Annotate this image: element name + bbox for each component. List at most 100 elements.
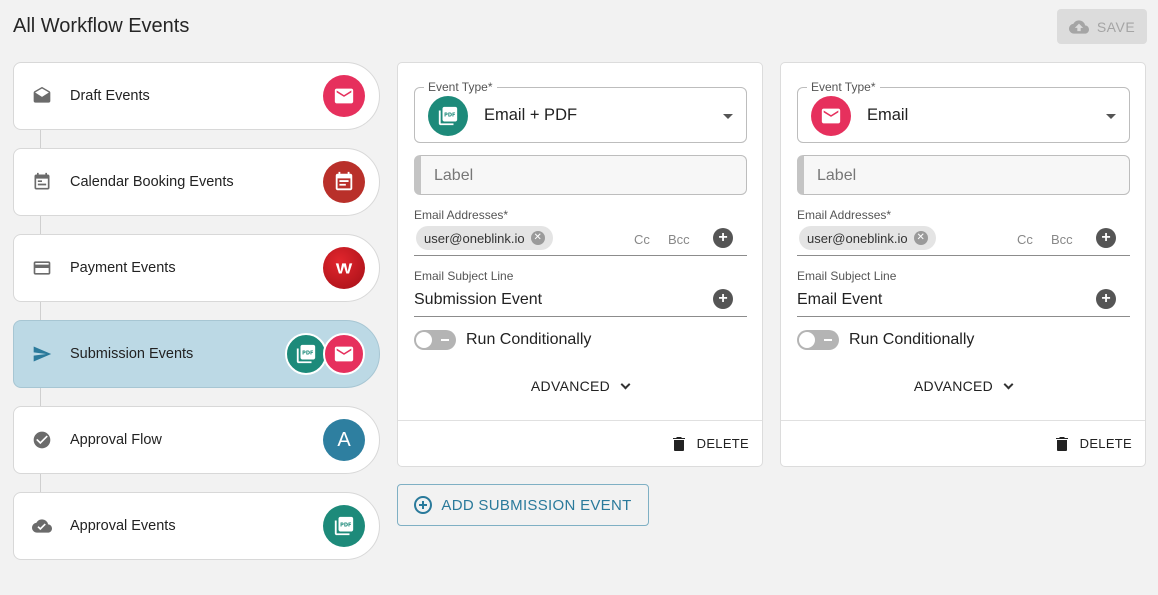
email-chip[interactable]: user@oneblink.io ✕ [799, 226, 936, 250]
subject-label: Email Subject Line [414, 269, 514, 283]
run-conditionally-row: Run Conditionally [414, 330, 591, 350]
timeline-connector [40, 216, 41, 234]
add-subject-variable-icon[interactable]: + [1096, 289, 1116, 309]
run-conditionally-label: Run Conditionally [466, 331, 592, 348]
email-addresses-field[interactable]: user@oneblink.io ✕ Cc Bcc + [797, 224, 1130, 256]
page-title: All Workflow Events [13, 15, 190, 37]
run-conditionally-toggle[interactable] [797, 330, 839, 350]
email-badge-icon [323, 333, 365, 375]
sidebar-item-approval-events[interactable]: Approval Events PDF [13, 492, 380, 560]
event-type-legend: Event Type* [424, 80, 497, 94]
add-circle-icon [414, 496, 433, 514]
label-placeholder: Label [817, 167, 857, 184]
label-input[interactable]: Label [414, 155, 747, 195]
subject-field[interactable]: Email Event + [797, 285, 1130, 317]
delete-label: DELETE [1079, 436, 1132, 451]
sidebar-item-approval-flow[interactable]: Approval Flow A [13, 406, 380, 474]
sidebar-item-label: Draft Events [70, 88, 150, 104]
cloud-upload-icon [1068, 19, 1089, 34]
sidebar-item-label: Approval Flow [70, 432, 162, 448]
svg-text:PDF: PDF [302, 350, 314, 356]
approval-badge-icon: A [323, 419, 365, 461]
label-input[interactable]: Label [797, 155, 1130, 195]
chevron-down-icon [620, 379, 631, 389]
event-card: Event Type* PDF Email + PDF Label Email … [397, 62, 763, 467]
sidebar-item-label: Calendar Booking Events [70, 174, 234, 190]
advanced-label: ADVANCED [913, 378, 994, 394]
calendar-icon [32, 172, 52, 192]
event-type-select[interactable]: Event Type* PDF Email + PDF [414, 80, 747, 143]
divider [398, 420, 762, 421]
send-icon [32, 344, 52, 364]
advanced-toggle[interactable]: ADVANCED [398, 378, 762, 394]
add-email-icon[interactable]: + [1096, 228, 1116, 248]
sidebar-item-label: Submission Events [70, 346, 194, 362]
timeline-connector [40, 474, 41, 492]
run-conditionally-label: Run Conditionally [849, 331, 975, 348]
chip-remove-icon[interactable]: ✕ [530, 231, 545, 245]
sidebar-item-calendar-booking-events[interactable]: Calendar Booking Events [13, 148, 380, 216]
email-icon [811, 96, 851, 136]
add-submission-event-button[interactable]: ADD SUBMISSION EVENT [397, 484, 649, 526]
add-email-icon[interactable]: + [713, 228, 733, 248]
subject-label: Email Subject Line [797, 269, 897, 283]
draft-envelope-icon [32, 86, 52, 106]
add-subject-variable-icon[interactable]: + [713, 289, 733, 309]
bcc-button[interactable]: Bcc [668, 232, 690, 247]
timeline-connector [40, 302, 41, 320]
timeline-connector [40, 130, 41, 148]
chip-remove-icon[interactable]: ✕ [913, 231, 928, 245]
event-card: Event Type* Email Label Email Addresses*… [780, 62, 1146, 467]
bcc-button[interactable]: Bcc [1051, 232, 1073, 247]
save-button[interactable]: SAVE [1057, 9, 1147, 44]
event-type-legend: Event Type* [807, 80, 880, 94]
email-badge-icon [323, 75, 365, 117]
trash-icon [1055, 436, 1068, 451]
email-chip-text: user@oneblink.io [807, 230, 908, 246]
run-conditionally-toggle[interactable] [414, 330, 456, 350]
pdf-icon: PDF [428, 96, 468, 136]
trash-icon [672, 436, 685, 451]
sidebar-item-label: Payment Events [70, 260, 176, 276]
dropdown-caret-icon [723, 114, 733, 119]
email-addresses-label: Email Addresses* [797, 208, 892, 222]
delete-button[interactable]: DELETE [1055, 436, 1132, 451]
add-submission-event-label: ADD SUBMISSION EVENT [441, 496, 632, 514]
event-type-value: Email + PDF [484, 106, 578, 124]
advanced-toggle[interactable]: ADVANCED [781, 378, 1145, 394]
email-addresses-field[interactable]: user@oneblink.io ✕ Cc Bcc + [414, 224, 747, 256]
timeline-connector [40, 388, 41, 406]
svg-text:PDF: PDF [340, 522, 352, 528]
pdf-badge-icon: PDF [323, 505, 365, 547]
email-chip-text: user@oneblink.io [424, 230, 525, 246]
delete-button[interactable]: DELETE [672, 436, 749, 451]
delete-label: DELETE [696, 436, 749, 451]
event-type-value: Email [867, 106, 909, 124]
chevron-down-icon [1003, 379, 1014, 389]
sidebar-item-label: Approval Events [70, 518, 176, 534]
westpac-badge-icon [323, 247, 365, 289]
sidebar-item-draft-events[interactable]: Draft Events [13, 62, 380, 130]
email-addresses-label: Email Addresses* [414, 208, 509, 222]
credit-card-icon [32, 258, 52, 278]
divider [781, 420, 1145, 421]
cc-button[interactable]: Cc [634, 232, 650, 247]
check-circle-icon [32, 430, 52, 450]
save-label: SAVE [1096, 18, 1136, 35]
svg-text:PDF: PDF [444, 112, 456, 118]
cc-button[interactable]: Cc [1017, 232, 1033, 247]
subject-value: Submission Event [414, 291, 543, 308]
label-placeholder: Label [434, 167, 474, 184]
cloud-check-icon [32, 516, 52, 536]
event-type-select[interactable]: Event Type* Email [797, 80, 1130, 143]
subject-field[interactable]: Submission Event + [414, 285, 747, 317]
pdf-badge-icon: PDF [285, 333, 327, 375]
sidebar-item-payment-events[interactable]: Payment Events [13, 234, 380, 302]
dropdown-caret-icon [1106, 114, 1116, 119]
calendar-badge-icon [323, 161, 365, 203]
email-chip[interactable]: user@oneblink.io ✕ [416, 226, 553, 250]
subject-value: Email Event [797, 291, 883, 308]
sidebar-item-submission-events[interactable]: Submission Events PDF [13, 320, 380, 388]
advanced-label: ADVANCED [530, 378, 611, 394]
run-conditionally-row: Run Conditionally [797, 330, 974, 350]
